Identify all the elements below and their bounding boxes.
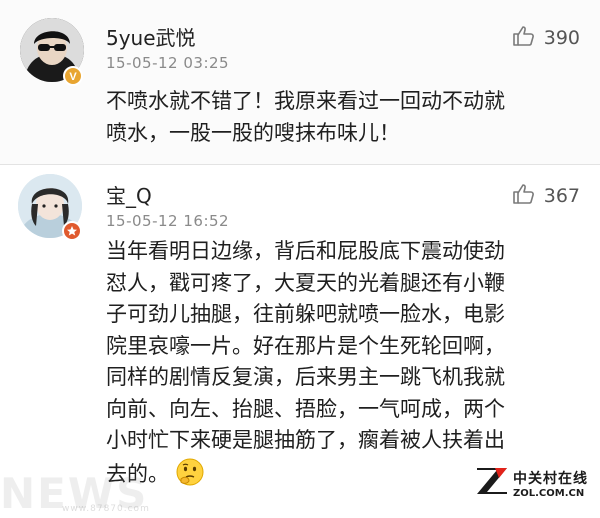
like-count: 367: [543, 185, 580, 207]
logo-en-text: ZOL.COM.CN: [513, 487, 585, 499]
svg-text:V: V: [69, 71, 77, 83]
thumbs-up-icon: [512, 24, 536, 52]
watermark-url: www.87870.com: [62, 504, 150, 514]
verified-badge: V: [63, 66, 83, 86]
like-count: 390: [543, 27, 580, 49]
comment-text: 不喷水就不错了！我原来看过一回动不动就 喷水，一股一股的嗖抹布味儿！: [106, 89, 505, 145]
comment-text-body: 当年看明日边缘，背后和屁股底下震动使劲 怼人，戳可疼了，大夏天的光着腿还有小鞭 …: [106, 239, 505, 486]
zol-logo-icon: [475, 466, 509, 500]
logo-cn-text: 中关村在线: [513, 470, 588, 487]
comment-text: 当年看明日边缘，背后和屁股底下震动使劲 怼人，戳可疼了，大夏天的光着腿还有小鞭 …: [106, 236, 576, 496]
like-button[interactable]: 367: [512, 182, 580, 210]
like-button[interactable]: 390: [512, 24, 580, 52]
username[interactable]: 5yue武悦: [106, 22, 196, 51]
thinking-face-icon: [175, 457, 205, 497]
member-badge: [62, 221, 82, 241]
divider: [0, 164, 600, 165]
username[interactable]: 宝_Q: [106, 180, 152, 209]
thumbs-up-icon: [512, 182, 536, 210]
timestamp: 15-05-12 03:25: [106, 54, 230, 72]
zol-logo: 中关村在线 ZOL.COM.CN: [475, 466, 588, 500]
comment-item: V 5yue武悦 15-05-12 03:25 390 不喷水就不错了！我原来看…: [0, 0, 600, 165]
timestamp: 15-05-12 16:52: [106, 212, 230, 230]
